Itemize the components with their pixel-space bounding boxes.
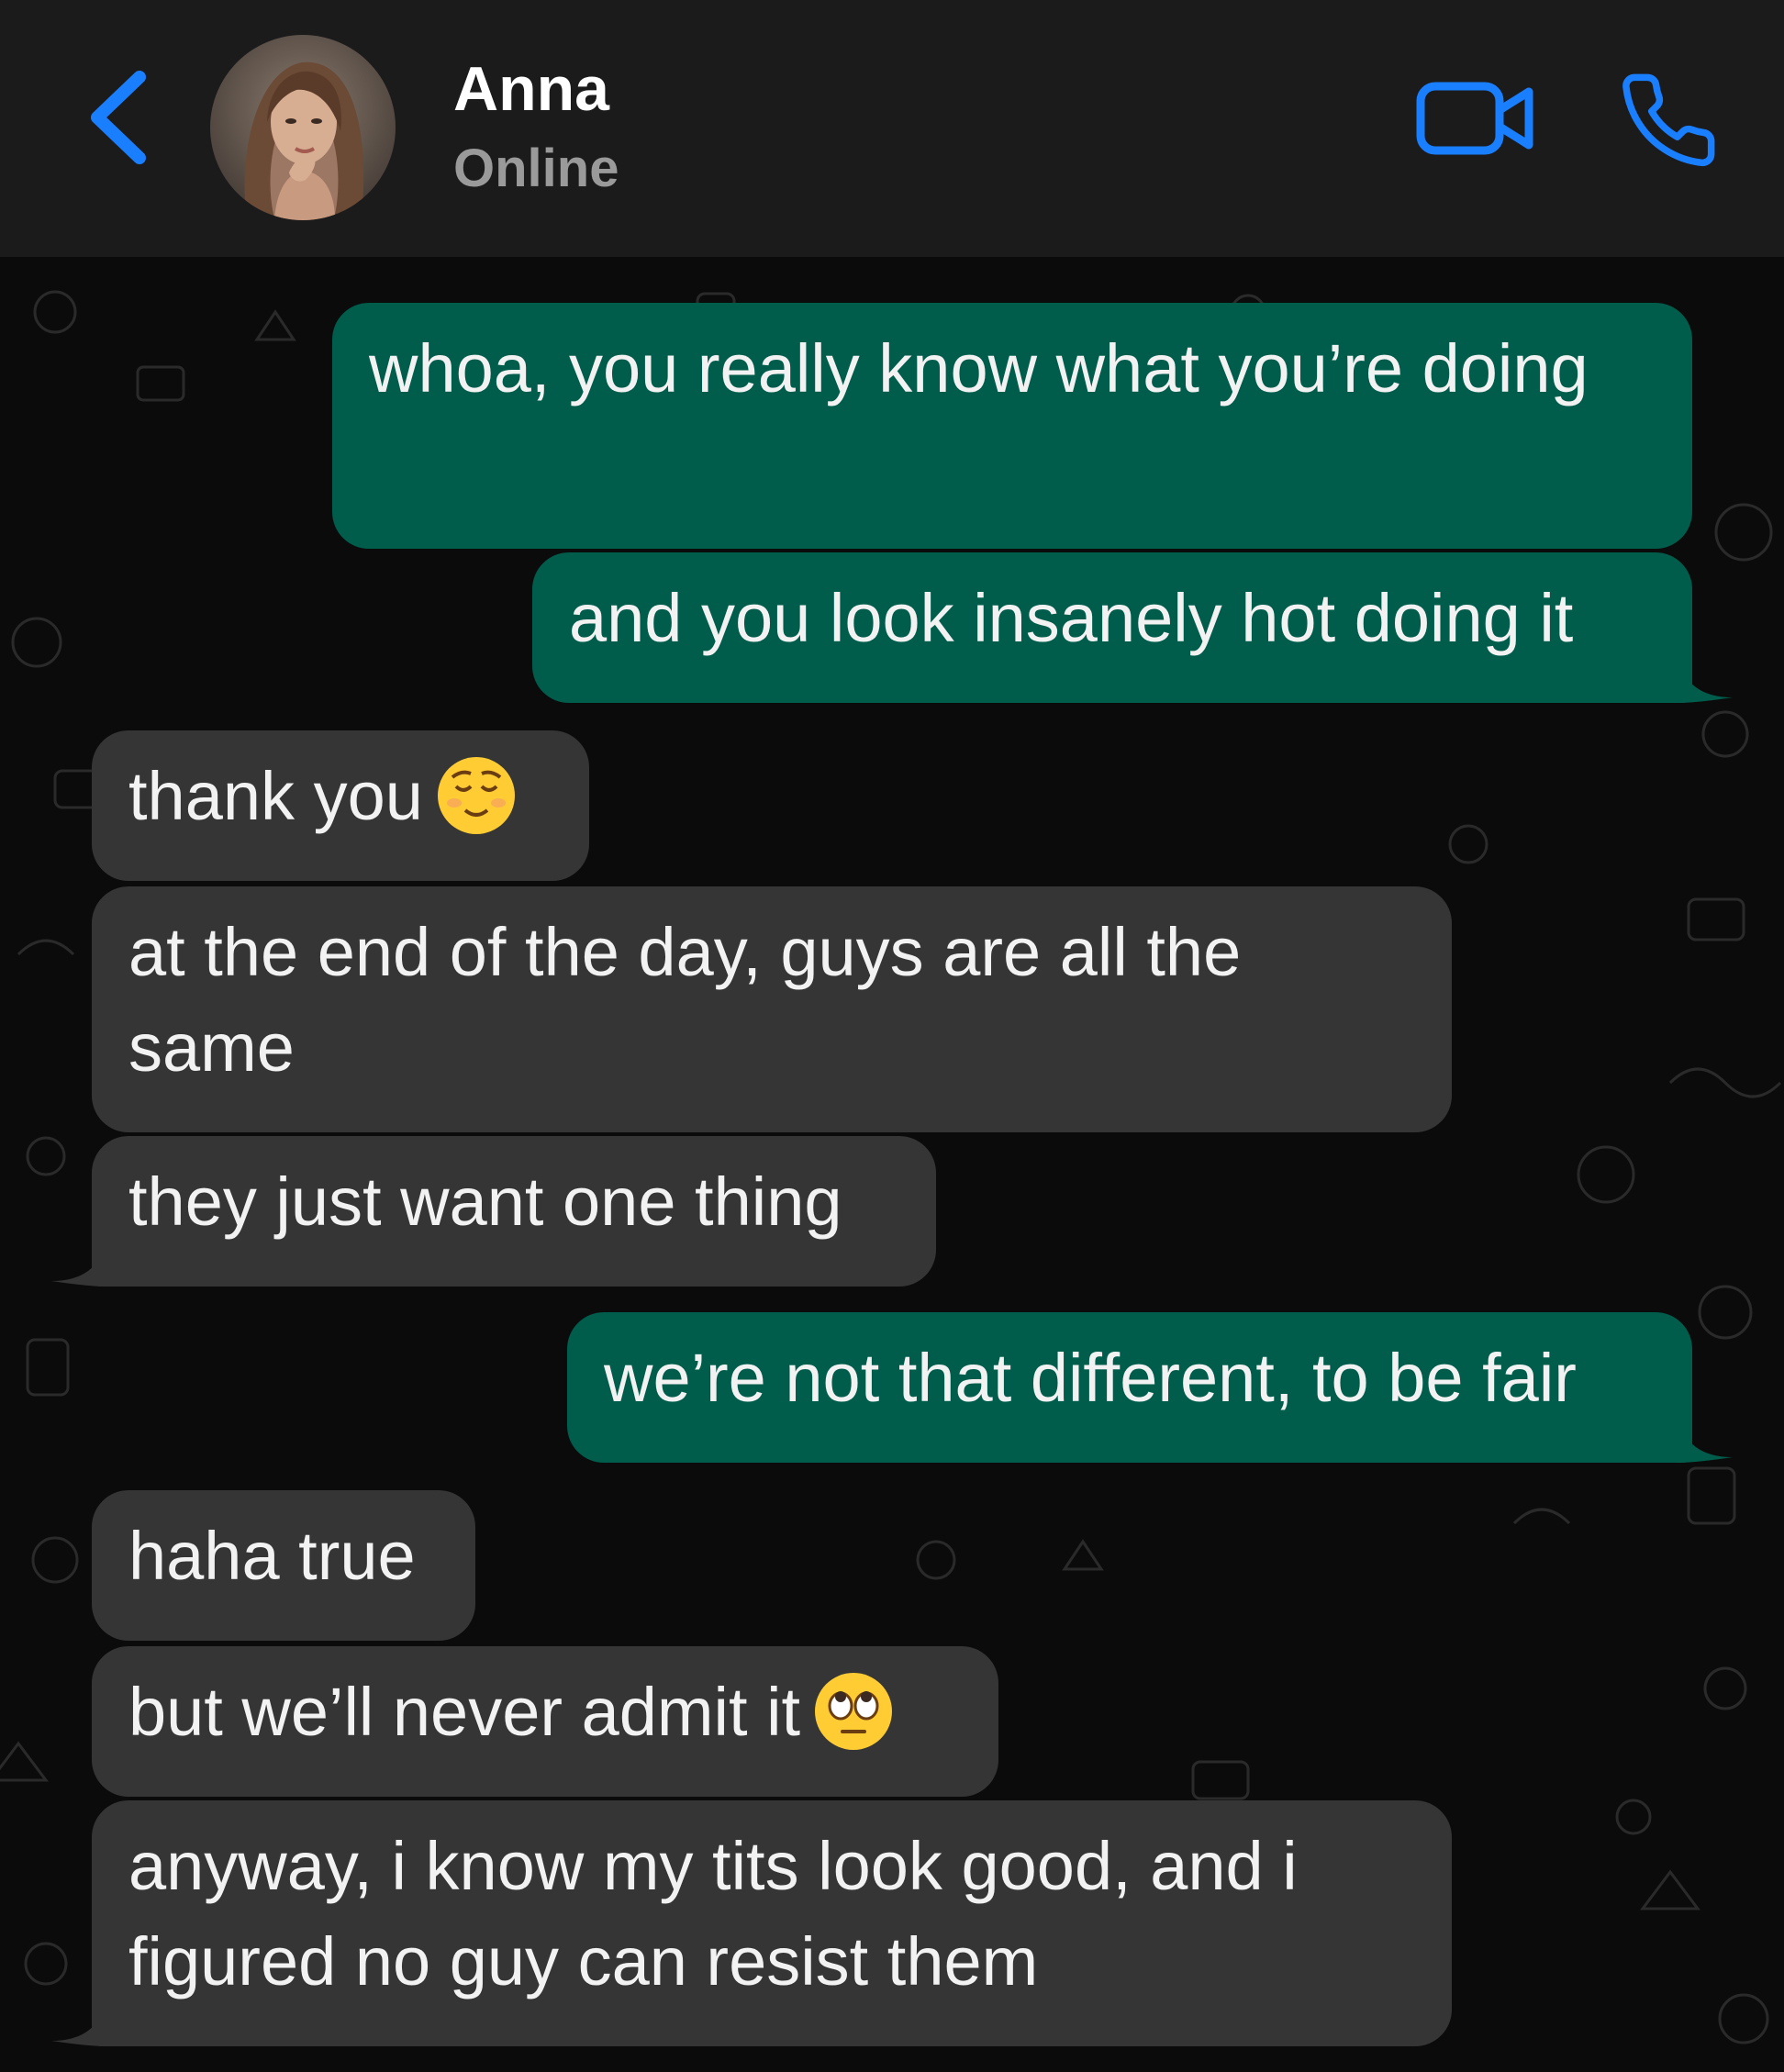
message-text: haha true	[128, 1518, 416, 1594]
bubble-tail	[51, 1241, 106, 1287]
message-bubble-outgoing[interactable]: whoa, you really know what you’re doing	[332, 303, 1692, 549]
message-text: we’re not that different, to be fair	[604, 1340, 1577, 1416]
chevron-left-icon	[91, 71, 146, 164]
message-list[interactable]: whoa, you really know what you’re doing …	[0, 257, 1784, 2072]
bubble-tail	[1678, 657, 1733, 703]
message-text: whoa, you really know what you’re doing	[369, 330, 1589, 407]
video-call-button[interactable]	[1413, 73, 1538, 165]
video-camera-icon	[1416, 82, 1533, 155]
back-button[interactable]	[79, 64, 162, 174]
message-text: and you look insanely hot doing it	[569, 580, 1574, 656]
message-bubble-incoming[interactable]: thank you	[92, 730, 589, 881]
chat-screen: Anna Online whoa, you really know what y…	[0, 0, 1784, 2072]
voice-call-button[interactable]	[1617, 66, 1720, 174]
phone-icon	[1622, 73, 1715, 167]
message-text: but we’ll never admit it	[128, 1674, 801, 1750]
message-bubble-outgoing[interactable]: and you look insanely hot doing it	[532, 552, 1733, 703]
contact-status: Online	[453, 139, 619, 198]
message-text: at the end of the day, guys are all the …	[128, 914, 1242, 1086]
contact-name[interactable]: Anna	[453, 53, 609, 125]
avatar[interactable]	[210, 35, 396, 220]
message-bubble-incoming[interactable]: they just want one thing	[51, 1136, 936, 1287]
message-bubble-outgoing[interactable]: we’re not that different, to be fair	[567, 1312, 1733, 1463]
contact-photo	[210, 35, 396, 220]
message-bubble-incoming[interactable]: at the end of the day, guys are all the …	[92, 886, 1452, 1132]
chat-header: Anna Online	[0, 0, 1784, 257]
bubble-tail	[51, 2000, 106, 2046]
rolling-eyes-face-icon	[815, 1673, 893, 1750]
message-text: they just want one thing	[128, 1164, 842, 1240]
message-text: thank you	[128, 758, 423, 834]
message-bubble-incoming[interactable]: haha true	[92, 1490, 475, 1641]
message-bubble-incoming[interactable]: but we’ll never admit it	[92, 1646, 998, 1797]
message-text: anyway, i know my tits look good, and i …	[128, 1828, 1298, 2000]
message-bubble-incoming[interactable]: anyway, i know my tits look good, and i …	[51, 1800, 1452, 2046]
relieved-face-icon	[437, 757, 515, 834]
bubble-tail	[1678, 1417, 1733, 1463]
